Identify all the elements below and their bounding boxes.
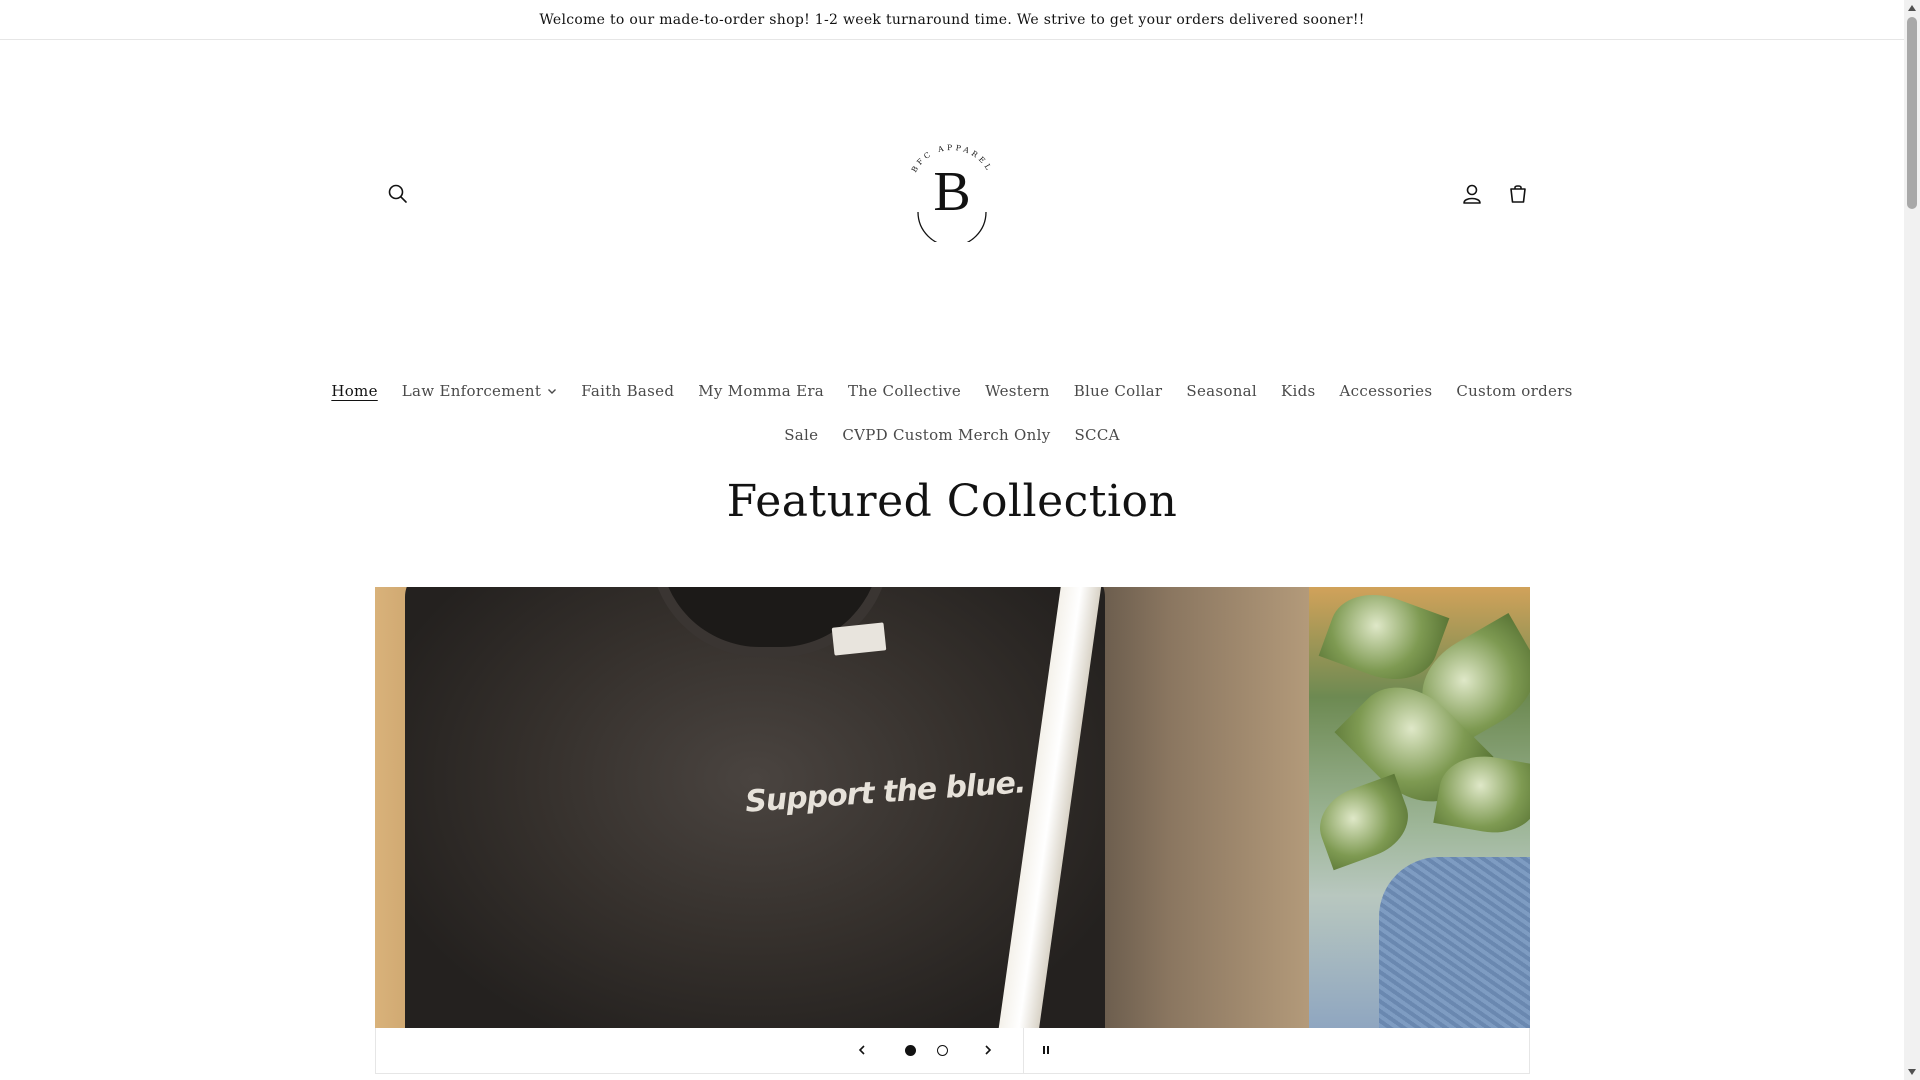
featured-slideshow[interactable]: Support the blue. [375, 587, 1530, 1028]
cart-icon [1510, 185, 1526, 203]
scroll-down-arrow[interactable] [1904, 1064, 1920, 1080]
slide-dot-1[interactable] [905, 1045, 916, 1056]
triangle-down-icon [1908, 1069, 1916, 1075]
account-icon [1463, 184, 1481, 204]
slideshow-controls [375, 1028, 1530, 1074]
previous-slide-button[interactable] [850, 1038, 874, 1062]
nav-accessories[interactable]: Accessories [1328, 374, 1445, 408]
nav-home[interactable]: Home [319, 374, 389, 408]
scroll-up-arrow[interactable] [1904, 0, 1920, 16]
nav-scca[interactable]: SCCA [1062, 418, 1131, 452]
brand-logo[interactable]: BFC APPAREL B [896, 130, 1008, 247]
nav-faith-based[interactable]: Faith Based [569, 374, 686, 408]
announcement-bar: Welcome to our made-to-order shop! 1-2 w… [0, 0, 1904, 40]
nav-the-collective[interactable]: The Collective [836, 374, 973, 408]
slide-dot-2[interactable] [937, 1045, 948, 1056]
nav-law-enforcement-label: Law Enforcement [401, 382, 542, 400]
nav-custom-orders[interactable]: Custom orders [1444, 374, 1584, 408]
tshirt-tag [831, 622, 887, 656]
nav-western[interactable]: Western [973, 374, 1062, 408]
nav-kids[interactable]: Kids [1269, 374, 1328, 408]
account-button[interactable] [1456, 178, 1488, 210]
controls-divider [1023, 1028, 1024, 1074]
triangle-up-icon [1908, 5, 1916, 11]
chevron-left-icon [858, 1045, 865, 1055]
pause-icon [1043, 1046, 1049, 1054]
logo-letter: B [933, 161, 970, 223]
nav-sale[interactable]: Sale [772, 418, 830, 452]
search-button[interactable] [382, 178, 414, 210]
scroll-thumb[interactable] [1907, 17, 1917, 209]
chevron-down-icon [548, 389, 557, 394]
pause-slideshow-button[interactable] [1034, 1038, 1058, 1062]
slide-image-plant-denim[interactable] [1309, 587, 1530, 1028]
cart-button[interactable] [1502, 178, 1534, 210]
nav-cvpd-custom-merch[interactable]: CVPD Custom Merch Only [830, 418, 1062, 452]
chevron-right-icon [985, 1045, 992, 1055]
main-nav-row-2: Sale CVPD Custom Merch Only SCCA [0, 418, 1904, 452]
nav-seasonal[interactable]: Seasonal [1174, 374, 1269, 408]
next-slide-button[interactable] [976, 1038, 1000, 1062]
nav-my-momma-era[interactable]: My Momma Era [686, 374, 836, 408]
announcement-text: Welcome to our made-to-order shop! 1-2 w… [539, 11, 1365, 28]
site-header: BFC APPAREL B Home Law Enforcement Faith… [0, 40, 1904, 470]
slide-image-tshirt[interactable]: Support the blue. [375, 587, 1309, 1028]
logo-mark: BFC APPAREL B [910, 143, 991, 247]
nav-blue-collar[interactable]: Blue Collar [1062, 374, 1175, 408]
featured-collection-title: Featured Collection [726, 476, 1178, 527]
page-scrollbar[interactable] [1904, 0, 1920, 1080]
nav-law-enforcement[interactable]: Law Enforcement [390, 374, 569, 408]
main-nav-row-1: Home Law Enforcement Faith Based My Momm… [0, 374, 1904, 408]
search-icon [388, 184, 407, 203]
denim-fabric [1379, 857, 1530, 1028]
